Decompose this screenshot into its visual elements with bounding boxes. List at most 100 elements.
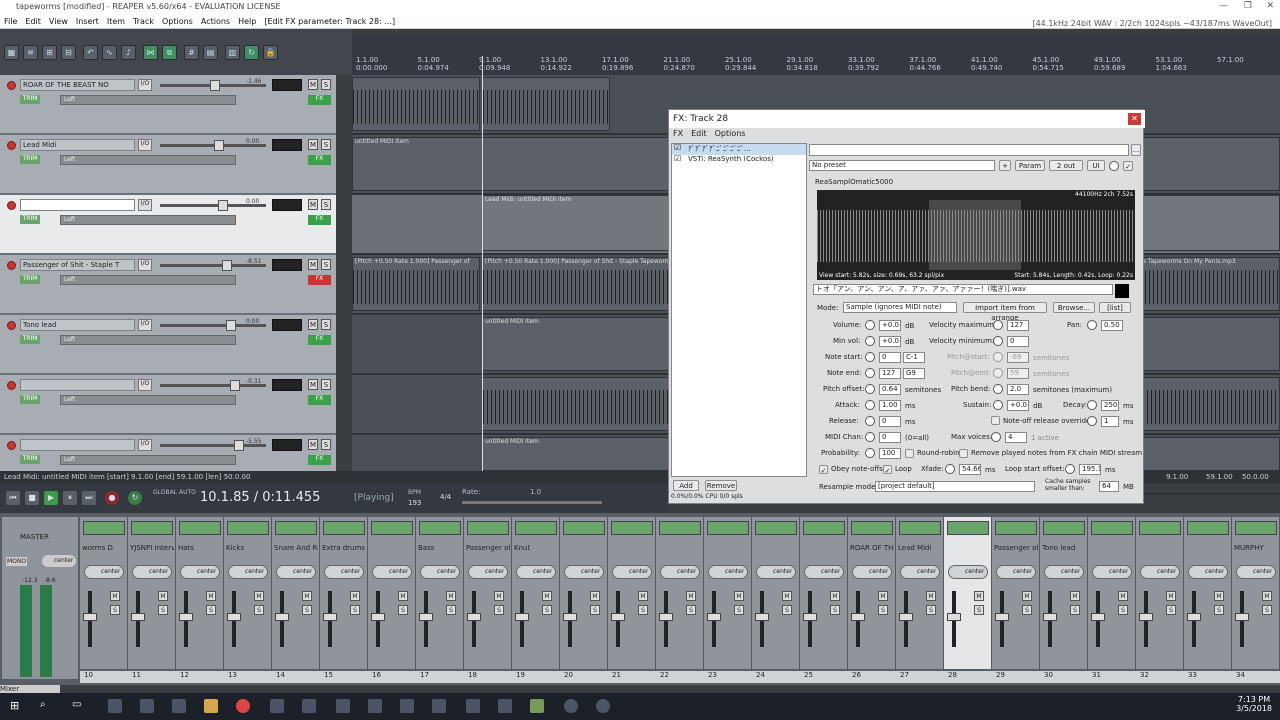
mixer-strip[interactable]: center M S 24 (752, 517, 800, 683)
velmax-knob[interactable] (993, 320, 1003, 330)
mixer-strip[interactable]: Lead Midi center M S 27 (896, 517, 944, 683)
track-header[interactable]: Passenger of Shit - Staple T I/O -8.51 M S TR… (0, 255, 336, 315)
fx-button[interactable]: FX (308, 215, 331, 225)
mixer-strip[interactable]: worms D center M S 10 (80, 517, 128, 683)
app-icon[interactable] (336, 699, 350, 713)
fader-knob[interactable] (226, 320, 236, 331)
mixer-strip[interactable]: Knut center M S 19 (512, 517, 560, 683)
app-icon[interactable] (172, 699, 186, 713)
sample-file-select[interactable]: トオ「アン、アン、アン、ア、アァ、アァ、アァァー！(喘ぎ)].wav (813, 284, 1113, 295)
strip-mute-button[interactable]: M (878, 591, 888, 601)
menu-edit[interactable]: Edit (21, 15, 45, 28)
mute-button[interactable]: M (308, 139, 318, 150)
trim-button[interactable]: TRIM (20, 395, 40, 404)
strip-pan-knob[interactable]: center (180, 565, 220, 579)
track-name[interactable] (20, 199, 135, 211)
mixer-strip[interactable]: Tono lead center M S 30 (1040, 517, 1088, 683)
strip-solo-button[interactable]: S (302, 605, 312, 615)
strip-pan-knob[interactable]: center (324, 565, 364, 579)
mute-button[interactable]: M (308, 379, 318, 390)
mute-button[interactable]: M (308, 199, 318, 210)
velmin-knob[interactable] (993, 336, 1003, 346)
maximize-icon[interactable]: ❐ (1244, 1, 1252, 11)
strip-solo-button[interactable]: S (1070, 605, 1080, 615)
start-icon[interactable]: ⊞ (10, 699, 24, 713)
ui-button[interactable]: UI (1087, 160, 1105, 171)
fx-filter-field[interactable] (809, 144, 1129, 156)
strip-fx-button[interactable] (467, 521, 509, 535)
stop-icon[interactable]: ■ (25, 491, 39, 505)
fx-close-icon[interactable]: ✕ (1128, 113, 1141, 125)
strip-fader-knob[interactable] (515, 613, 529, 621)
task-view-icon[interactable]: ▭ (72, 699, 86, 713)
fader-knob[interactable] (218, 200, 228, 211)
strip-solo-button[interactable]: S (926, 605, 936, 615)
trim-button[interactable]: TRIM (20, 155, 40, 164)
mode-select[interactable]: Sample (ignores MIDI note) (843, 302, 957, 313)
strip-mute-button[interactable]: M (1118, 591, 1128, 601)
bypass-checkbox[interactable]: ✓ (1123, 161, 1133, 171)
strip-solo-button[interactable]: S (1262, 605, 1272, 615)
menu-track[interactable]: Track (129, 15, 158, 28)
auto-crossfade-icon[interactable]: ⋈ (143, 45, 158, 60)
chrome-icon[interactable] (236, 699, 250, 713)
pan-slider[interactable]: Left (60, 275, 236, 285)
release-field[interactable]: 0 (879, 416, 901, 427)
strip-fader-knob[interactable] (275, 613, 289, 621)
notestart-field[interactable]: 0 (879, 352, 901, 363)
strip-fx-button[interactable] (131, 521, 173, 535)
fader-knob[interactable] (230, 380, 240, 391)
fader-knob[interactable] (222, 260, 232, 271)
app-icon[interactable] (432, 699, 446, 713)
mixer-strip[interactable]: Hats center M S 12 (176, 517, 224, 683)
sample-waveform[interactable]: 44100Hz 2ch 7.52s View start: 5.82s, siz… (817, 190, 1135, 280)
strip-fader-knob[interactable] (323, 613, 337, 621)
strip-pan-knob[interactable]: center (708, 565, 748, 579)
strip-pan-knob[interactable]: center (804, 565, 844, 579)
strip-pan-knob[interactable]: center (1140, 565, 1180, 579)
strip-fx-button[interactable] (83, 521, 125, 535)
strip-pan-knob[interactable]: center (948, 565, 988, 579)
strip-fader-knob[interactable] (611, 613, 625, 621)
repeat-icon[interactable]: ↻ (128, 491, 142, 505)
strip-pan-knob[interactable]: center (132, 565, 172, 579)
strip-mute-button[interactable]: M (830, 591, 840, 601)
midichan-knob[interactable] (865, 432, 875, 442)
app-icon[interactable] (368, 699, 382, 713)
cache-field[interactable]: 64 (1099, 481, 1119, 492)
strip-mute-button[interactable]: M (1022, 591, 1032, 601)
strip-fx-button[interactable] (323, 521, 365, 535)
strip-solo-button[interactable]: S (686, 605, 696, 615)
track-header[interactable]: Tono lead I/O 0.00 M S TRIM Left FX (0, 315, 336, 375)
strip-fader-knob[interactable] (131, 613, 145, 621)
strip-mute-button[interactable]: M (1070, 591, 1080, 601)
obey-checkbox[interactable]: ✓ (819, 465, 828, 475)
strip-solo-button[interactable]: S (878, 605, 888, 615)
strip-solo-button[interactable]: S (638, 605, 648, 615)
strip-fader-knob[interactable] (1043, 613, 1057, 621)
mixer-strip[interactable]: center M S 32 (1136, 517, 1184, 683)
strip-solo-button[interactable]: S (1022, 605, 1032, 615)
audio-item[interactable] (352, 77, 480, 131)
app-icon[interactable] (564, 699, 578, 713)
fx-button[interactable]: FX (308, 275, 331, 285)
strip-mute-button[interactable]: M (254, 591, 264, 601)
system-clock[interactable]: 7:13 PM 3/5/2018 (1236, 695, 1272, 713)
mixer-strip[interactable]: MURPHY center M S 34 (1232, 517, 1280, 683)
pan-slider[interactable]: Left (60, 455, 236, 465)
xfade-field[interactable]: 54.66 (959, 464, 981, 475)
strip-solo-button[interactable]: S (974, 605, 984, 615)
sustain-knob[interactable] (993, 400, 1003, 410)
io-pins-button[interactable]: 2 out (1049, 160, 1083, 171)
trim-button[interactable]: TRIM (20, 275, 40, 284)
strip-solo-button[interactable]: S (350, 605, 360, 615)
strip-mute-button[interactable]: M (158, 591, 168, 601)
record-arm-icon[interactable] (7, 441, 16, 450)
strip-fader-knob[interactable] (707, 613, 721, 621)
io-button[interactable]: I/O (138, 199, 152, 211)
strip-fader-knob[interactable] (1235, 613, 1249, 621)
strip-mute-button[interactable]: M (734, 591, 744, 601)
grid-icon[interactable]: ▦ (4, 45, 19, 60)
metronome-icon[interactable]: ♪ (121, 45, 136, 60)
mixer-strip[interactable]: center M S 16 (368, 517, 416, 683)
